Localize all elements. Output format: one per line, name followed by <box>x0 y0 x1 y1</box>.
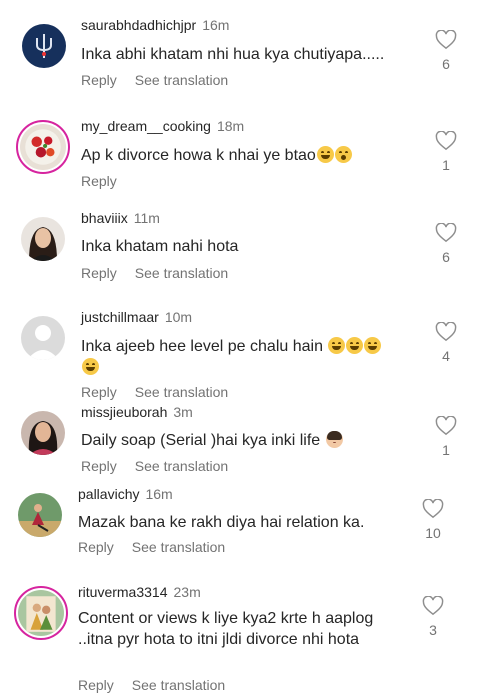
comment-text-line: Daily soap (Serial )hai kya inki life <box>81 430 421 451</box>
laughing-emoji <box>346 337 364 354</box>
laughing-emoji <box>316 146 334 163</box>
comment-username[interactable]: saurabhdadhichjpr <box>81 17 196 33</box>
heart-icon[interactable] <box>435 416 457 436</box>
trident-avatar[interactable] <box>22 24 66 68</box>
see-translation-link[interactable]: See translation <box>132 539 225 555</box>
comment-username[interactable]: pallavichy <box>78 486 139 502</box>
see-translation-link[interactable]: See translation <box>132 677 225 693</box>
comment-timestamp: 3m <box>173 404 193 420</box>
comment-text: Content or views k liye kya2 krte h aapl… <box>78 610 374 648</box>
see-translation-link[interactable]: See translation <box>135 384 228 400</box>
comment-timestamp: 18m <box>216 118 245 134</box>
see-translation-link[interactable]: See translation <box>135 72 228 88</box>
comment-text-line: Inka ajeeb hee level pe chalu hain <box>81 336 421 378</box>
comment-text: Daily soap (Serial )hai kya inki life <box>81 432 321 449</box>
comment-timestamp: 23m <box>173 584 201 600</box>
reply-button[interactable]: Reply <box>81 458 117 474</box>
like-count: 6 <box>442 56 450 72</box>
comment-username[interactable]: bhaviiix <box>81 210 128 226</box>
heart-icon[interactable] <box>435 131 457 151</box>
like-count: 10 <box>425 525 441 541</box>
reply-button[interactable]: Reply <box>81 265 117 281</box>
comment-username[interactable]: my_dream__cooking <box>81 118 211 134</box>
comment-username[interactable]: rituverma3314 <box>78 584 168 600</box>
comment-text-line: Ap k divorce howa k nhai ye btao <box>81 145 421 166</box>
outdoor-avatar[interactable] <box>18 493 62 537</box>
reply-button[interactable]: Reply <box>78 677 114 693</box>
group-avatar[interactable] <box>14 586 68 640</box>
laughing-emoji <box>82 358 99 375</box>
comment-timestamp: 11m <box>133 210 160 226</box>
heart-icon[interactable] <box>422 499 444 519</box>
reply-button[interactable]: Reply <box>81 173 117 189</box>
reply-button[interactable]: Reply <box>78 539 114 555</box>
selfie-avatar[interactable] <box>21 411 65 455</box>
laughing-emoji <box>364 337 382 354</box>
heart-icon[interactable] <box>435 30 457 50</box>
comment-timestamp: 16m <box>145 486 173 502</box>
food-avatar[interactable] <box>16 120 70 174</box>
heart-icon[interactable] <box>422 596 444 616</box>
comment-text: Inka abhi khatam nhi hua kya chutiyapa..… <box>81 46 385 63</box>
like-count: 1 <box>442 157 450 173</box>
comment-timestamp: 16m <box>202 17 230 33</box>
comment-username[interactable]: missjieuborah <box>81 404 167 420</box>
comment-username[interactable]: justchillmaar <box>81 309 159 325</box>
like-count: 6 <box>442 249 450 265</box>
like-count: 1 <box>442 442 450 458</box>
woman-emoji <box>325 431 343 448</box>
comment-text: Inka khatam nahi hota <box>81 238 239 255</box>
reply-button[interactable]: Reply <box>81 72 117 88</box>
default-avatar[interactable] <box>21 316 65 360</box>
comment-text: Inka ajeeb hee level pe chalu hain <box>81 338 323 355</box>
like-count: 3 <box>429 622 437 638</box>
see-translation-link[interactable]: See translation <box>135 265 228 281</box>
heart-icon[interactable] <box>435 322 457 342</box>
see-translation-link[interactable]: See translation <box>135 458 228 474</box>
reply-button[interactable]: Reply <box>81 384 117 400</box>
portrait-avatar[interactable] <box>21 217 65 261</box>
like-count: 4 <box>442 348 450 364</box>
heart-icon[interactable] <box>435 223 457 243</box>
laughing-emoji <box>328 337 346 354</box>
comment-timestamp: 10m <box>164 309 193 325</box>
comment-text: Mazak bana ke rakh diya hai relation ka. <box>78 514 365 531</box>
astonished-emoji <box>334 146 352 163</box>
comment-text: Ap k divorce howa k nhai ye btao <box>81 147 316 164</box>
